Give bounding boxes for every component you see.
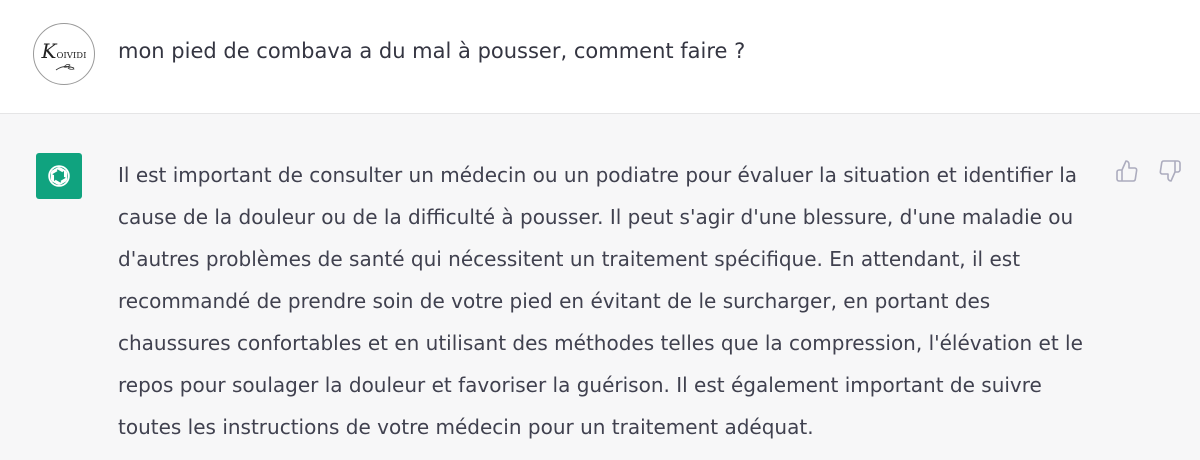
thumbs-up-icon xyxy=(1116,160,1138,182)
user-avatar: KOIVIDI xyxy=(33,23,95,85)
thumbs-down-button[interactable] xyxy=(1157,158,1183,184)
koividi-logo: KOIVIDI xyxy=(41,39,87,71)
chat-thread: KOIVIDI mon pied de combava a du mal à p… xyxy=(0,0,1200,460)
assistant-message-text: Il est important de consulter un médecin… xyxy=(118,163,1083,439)
svg-text:KOIVIDI: KOIVIDI xyxy=(41,39,87,63)
assistant-message-row: Il est important de consulter un médecin… xyxy=(0,114,1200,460)
openai-logo-icon xyxy=(48,165,70,187)
assistant-avatar xyxy=(36,153,82,199)
thumbs-up-button[interactable] xyxy=(1114,158,1140,184)
user-message-row: KOIVIDI mon pied de combava a du mal à p… xyxy=(0,0,1200,114)
user-message-text: mon pied de combava a du mal à pousser, … xyxy=(118,39,746,63)
thumbs-down-icon xyxy=(1159,160,1181,182)
